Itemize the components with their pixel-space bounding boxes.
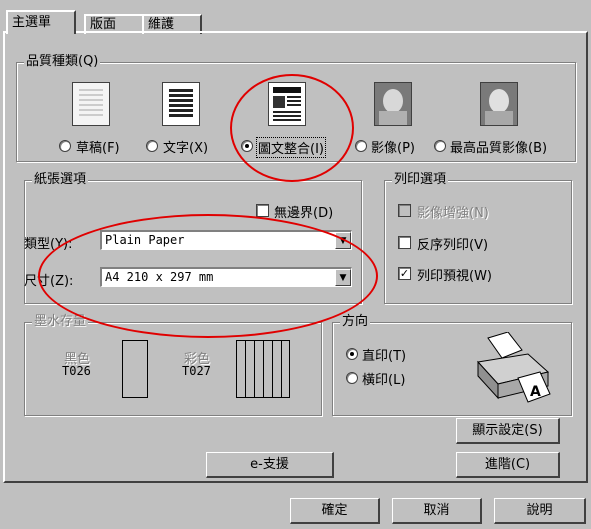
chevron-down-icon[interactable]: ▼ — [335, 269, 351, 286]
tab-main[interactable]: 主選單 — [6, 10, 76, 34]
chevron-down-icon[interactable]: ▼ — [335, 232, 351, 249]
color-cartridge-icon — [236, 340, 290, 398]
black-cartridge-icon — [122, 340, 148, 398]
quality-draft-radio[interactable] — [59, 140, 71, 152]
print-preview-label: 列印預視(W) — [417, 269, 492, 284]
paper-options-title: 紙張選項 — [32, 172, 89, 187]
e-support-button[interactable]: e-支援 — [206, 452, 334, 478]
image-enhance-label: 影像增強(N) — [417, 206, 489, 221]
quality-draft-label: 草稿(F) — [76, 141, 120, 156]
show-settings-button[interactable]: 顯示設定(S) — [456, 418, 560, 444]
paper-size-label: 尺寸(Z): — [24, 274, 74, 289]
quality-text-radio[interactable] — [146, 140, 158, 152]
paper-type-label: 類型(Y): — [24, 237, 73, 252]
quality-text-label: 文字(X) — [163, 141, 209, 156]
landscape-label: 橫印(L) — [362, 373, 406, 388]
photo-preview-icon — [374, 82, 412, 126]
quality-text-image-radio[interactable] — [241, 140, 253, 152]
portrait-label: 直印(T) — [362, 349, 407, 364]
quality-group-title: 品質種類(Q) — [24, 54, 101, 69]
ok-button[interactable]: 確定 — [290, 498, 380, 524]
cancel-button[interactable]: 取消 — [392, 498, 482, 524]
help-button[interactable]: 說明 — [494, 498, 586, 524]
paper-size-value: A4 210 x 297 mm — [105, 270, 214, 284]
landscape-radio[interactable] — [346, 372, 358, 384]
portrait-radio[interactable] — [346, 348, 358, 360]
advanced-button[interactable]: 進階(C) — [456, 452, 560, 478]
borderless-checkbox[interactable] — [256, 204, 269, 217]
text-preview-icon — [162, 82, 200, 126]
quality-photo-label: 影像(P) — [371, 141, 415, 156]
printer-icon: A — [477, 332, 551, 403]
paper-type-select[interactable]: Plain Paper ▼ — [100, 230, 352, 250]
orientation-title: 方向 — [340, 314, 371, 329]
borderless-label: 無邊界(D) — [274, 206, 334, 221]
image-enhance-checkbox[interactable] — [398, 204, 411, 217]
quality-best-photo-label: 最高品質影像(B) — [450, 141, 548, 156]
color-ink-code: T027 — [182, 364, 211, 378]
draft-preview-icon — [72, 82, 110, 126]
reverse-order-checkbox[interactable] — [398, 236, 411, 249]
tab-bar: 主選單 版面 維護 — [0, 0, 591, 34]
paper-type-value: Plain Paper — [105, 233, 185, 247]
print-options-title: 列印選項 — [392, 172, 449, 187]
svg-text:A: A — [530, 384, 541, 400]
text-image-preview-icon — [268, 82, 306, 126]
black-ink-code: T026 — [62, 364, 91, 378]
print-preview-checkbox[interactable]: ✓ — [398, 267, 411, 280]
paper-size-select[interactable]: A4 210 x 297 mm ▼ — [100, 267, 352, 287]
quality-text-image-label: 圖文整合(I) — [256, 137, 326, 158]
best-photo-preview-icon — [480, 82, 518, 126]
quality-best-photo-radio[interactable] — [434, 140, 446, 152]
reverse-order-label: 反序列印(V) — [417, 238, 489, 253]
quality-photo-radio[interactable] — [355, 140, 367, 152]
ink-levels-title: 墨水存量 — [32, 314, 89, 329]
